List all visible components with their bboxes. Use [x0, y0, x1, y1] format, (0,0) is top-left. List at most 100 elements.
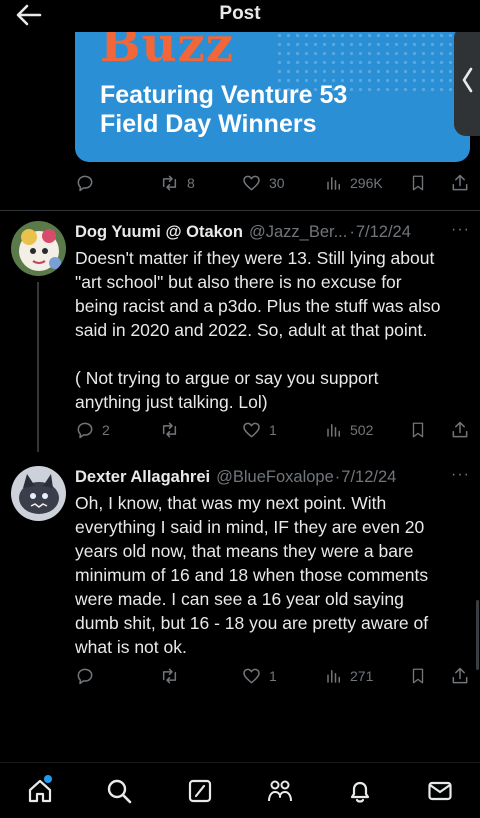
repost-icon — [162, 668, 177, 684]
heart-icon — [243, 175, 260, 191]
bookmark-button[interactable] — [409, 170, 427, 196]
author-name[interactable]: Dexter Allagahrei — [75, 468, 210, 487]
text-line: "art school" but also there is no excuse… — [75, 272, 402, 292]
avatar[interactable] — [11, 466, 66, 521]
like-button[interactable]: 1 — [241, 663, 277, 689]
like-count: 1 — [269, 422, 277, 438]
text-line: Doesn't matter if they were 13. Still ly… — [75, 248, 435, 268]
grok-icon — [188, 779, 212, 803]
post-date[interactable]: 7/12/24 — [341, 468, 396, 487]
nav-grok[interactable] — [186, 777, 214, 805]
repost-button[interactable]: 8 — [159, 170, 195, 196]
separator: · — [349, 222, 355, 241]
views-icon — [327, 670, 340, 683]
view-count: 502 — [350, 422, 374, 438]
text-line: everything I said in mind, IF they are e… — [75, 517, 425, 537]
like-count: 1 — [269, 668, 277, 684]
like-button[interactable]: 1 — [241, 417, 277, 443]
nav-search[interactable] — [105, 777, 133, 805]
repost-icon — [162, 422, 177, 438]
text-line: said in 2020 and 2022. So, adult at that… — [75, 320, 428, 340]
more-button[interactable]: ··· — [451, 466, 470, 484]
card-headline-line-2: Field Day Winners — [100, 110, 317, 138]
post-date[interactable]: 7/12/24 — [356, 223, 411, 242]
like-count: 30 — [269, 175, 285, 191]
notification-dot — [44, 775, 52, 783]
reply-icon — [77, 175, 93, 192]
share-button[interactable] — [450, 663, 470, 689]
text-line: minimum of 16 and 18 when those comments — [75, 565, 429, 585]
views-button[interactable]: 271 — [325, 663, 373, 689]
reply-header: Dog Yuumi @ Otakon @Jazz_Ber... · 7/12/2… — [75, 221, 470, 243]
views-button[interactable]: 502 — [325, 417, 373, 443]
page-title: Post — [219, 3, 261, 24]
reply-icon — [77, 422, 93, 439]
bookmark-button[interactable] — [409, 663, 427, 689]
text-line: ( Not trying to argue or say you support — [75, 368, 379, 388]
bookmark-button[interactable] — [409, 417, 427, 443]
repost-count: 8 — [187, 175, 195, 191]
bookmark-icon — [412, 422, 424, 438]
author-handle[interactable]: @BlueFoxalope — [216, 468, 334, 487]
scrollbar[interactable] — [476, 600, 479, 670]
like-button[interactable]: 30 — [241, 170, 285, 196]
repost-icon — [162, 175, 177, 191]
views-icon — [327, 424, 340, 437]
reply-post[interactable]: Dexter Allagahrei @BlueFoxalope · 7/12/2… — [75, 466, 470, 659]
heart-icon — [243, 668, 260, 684]
share-button[interactable] — [450, 417, 470, 443]
text-line: years old now, that means they were a ba… — [75, 541, 414, 561]
side-panel-handle[interactable] — [454, 26, 480, 136]
search-icon — [107, 779, 132, 804]
share-icon — [452, 667, 468, 684]
heart-icon — [243, 422, 260, 438]
repost-button[interactable] — [159, 417, 180, 443]
text-line: Oh, I know, that was my next point. With — [75, 493, 387, 513]
reply-action-bar: 2 1 502 — [75, 417, 470, 443]
view-count: 296K — [350, 175, 383, 191]
more-button[interactable]: ··· — [451, 221, 470, 239]
reply-post[interactable]: Dog Yuumi @ Otakon @Jazz_Ber... · 7/12/2… — [75, 221, 470, 414]
reply-text: Doesn't matter if they were 13. Still ly… — [75, 246, 470, 414]
nav-communities[interactable] — [266, 777, 294, 805]
share-button[interactable] — [450, 170, 470, 196]
thread-line — [37, 282, 39, 452]
post-action-bar: 8 30 296K — [75, 170, 470, 196]
reply-header: Dexter Allagahrei @BlueFoxalope · 7/12/2… — [75, 466, 470, 488]
reply-icon — [77, 668, 93, 685]
notifications-icon — [350, 781, 370, 803]
view-count: 271 — [350, 668, 374, 684]
bottom-nav — [0, 762, 480, 818]
reply-button[interactable]: 2 — [75, 417, 110, 443]
nav-messages[interactable] — [426, 777, 454, 805]
share-icon — [452, 421, 468, 438]
text-line: being racist and a p3do. Plus the stuff … — [75, 296, 441, 316]
card-headline: Featuring Venture 53 Field Day Winners — [100, 81, 460, 139]
views-icon — [327, 177, 340, 190]
text-line: were made. I can see a 16 year old sayin… — [75, 589, 404, 609]
divider — [0, 210, 480, 211]
chevron-left-icon — [462, 67, 473, 93]
views-button[interactable]: 296K — [325, 170, 383, 196]
avatar-image-dog-yuumi — [11, 221, 66, 276]
repost-button[interactable] — [159, 663, 180, 689]
media-card[interactable]: Buzz Featuring Venture 53 Field Day Winn… — [75, 22, 470, 162]
author-name[interactable]: Dog Yuumi @ Otakon — [75, 223, 243, 242]
reply-button[interactable] — [75, 170, 95, 196]
author-handle[interactable]: @Jazz_Ber... — [249, 223, 347, 242]
text-line: what is not ok. — [75, 637, 187, 657]
bookmark-icon — [412, 668, 424, 684]
avatar[interactable] — [11, 221, 66, 276]
nav-home[interactable] — [26, 775, 54, 805]
communities-icon — [268, 780, 292, 802]
nav-notifications[interactable] — [346, 777, 374, 805]
reply-button[interactable] — [75, 663, 95, 689]
avatar-image-dexter — [11, 466, 66, 521]
text-line: anything just talking. Lol) — [75, 392, 268, 412]
text-line: dumb shit, but 16 - 18 you are pretty aw… — [75, 613, 429, 633]
reply-text: Oh, I know, that was my next point. With… — [75, 491, 470, 659]
top-bar: Post — [0, 0, 480, 32]
share-icon — [452, 174, 468, 191]
reply-count: 2 — [102, 422, 110, 438]
